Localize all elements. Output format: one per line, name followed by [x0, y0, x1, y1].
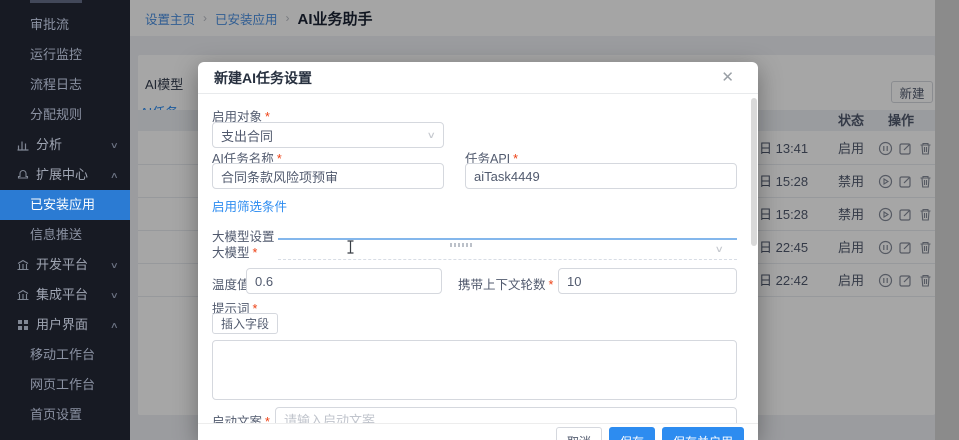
chevron-up-icon: ∧	[110, 161, 119, 190]
app-window: 设置主页 › 已安装应用 › AI业务助手 AI模型 AI任务 新建 状态 操作…	[0, 0, 959, 440]
dialog-scrollbar[interactable]	[751, 98, 757, 246]
model-select-clipped-text	[450, 243, 474, 247]
sidebar-item-message-push[interactable]: 信息推送	[0, 220, 130, 250]
chevron-down-icon: ∨	[110, 251, 119, 280]
sidebar: 审批流 运行监控 流程日志 分配规则 分析 ∨ 扩展中心 ∧ 已安装应用 信息推…	[0, 0, 130, 440]
sidebar-group-user-interface[interactable]: 用户界面 ∧	[0, 310, 130, 340]
save-and-enable-button[interactable]: 保存并启用	[662, 427, 744, 440]
temperature-field[interactable]	[246, 268, 442, 294]
enable-target-value: 支出合同	[221, 126, 273, 145]
sidebar-group-label: 开发平台	[36, 250, 88, 280]
sidebar-group-analysis[interactable]: 分析 ∨	[0, 130, 130, 160]
chevron-down-icon: ∨	[110, 131, 119, 160]
sidebar-group-integration-platform[interactable]: 集成平台 ∨	[0, 280, 130, 310]
sidebar-group-dev-platform[interactable]: 开发平台 ∨	[0, 250, 130, 280]
task-name-field[interactable]	[212, 163, 444, 189]
clipped-menu-item	[30, 0, 82, 3]
sidebar-item-home-settings[interactable]: 首页设置	[0, 400, 130, 430]
insert-field-button[interactable]: 插入字段	[212, 313, 278, 334]
save-button[interactable]: 保存	[609, 427, 655, 440]
chevron-up-icon: ∧	[110, 311, 119, 340]
context-rounds-label: 携带上下文轮数*	[458, 274, 553, 293]
enable-filter-link[interactable]: 启用筛选条件	[212, 196, 287, 215]
dialog-title: 新建AI任务设置	[214, 68, 312, 88]
task-api-field[interactable]	[465, 163, 737, 189]
startup-text-label: 启动文案*	[212, 411, 270, 423]
context-rounds-field[interactable]	[558, 268, 737, 294]
building-icon	[17, 259, 29, 271]
model-label: 大模型*	[212, 242, 257, 261]
sidebar-item-approval-flow[interactable]: 审批流	[0, 10, 130, 40]
text-cursor	[346, 240, 355, 254]
dialog-body: 启用对象* 支出合同 ∨ AI任务名称* 任务API* 启用筛选条件 大模型设置…	[198, 95, 758, 423]
chevron-down-icon: ∨	[715, 244, 724, 255]
dialog-header: 新建AI任务设置 ✕	[198, 62, 758, 94]
sidebar-item-run-monitor[interactable]: 运行监控	[0, 40, 130, 70]
sidebar-item-assign-rules[interactable]: 分配规则	[0, 100, 130, 130]
enable-target-select[interactable]: 支出合同 ∨	[212, 122, 444, 148]
new-ai-task-dialog: 新建AI任务设置 ✕ 启用对象* 支出合同 ∨ AI任务名称* 任务API* 启…	[198, 62, 758, 440]
sidebar-group-label: 用户界面	[36, 310, 88, 340]
dialog-footer: 取消 保存 保存并启用	[198, 423, 758, 440]
task-api-input[interactable]	[474, 169, 728, 184]
extension-icon	[17, 169, 29, 181]
context-rounds-input[interactable]	[567, 274, 728, 289]
sidebar-group-label: 分析	[36, 130, 62, 160]
sidebar-item-process-log[interactable]: 流程日志	[0, 70, 130, 100]
sidebar-item-mobile-workbench[interactable]: 移动工作台	[0, 340, 130, 370]
sidebar-group-label: 集成平台	[36, 280, 88, 310]
grid-icon	[17, 319, 29, 331]
close-icon[interactable]: ✕	[721, 70, 734, 85]
building-icon	[17, 289, 29, 301]
task-name-input[interactable]	[221, 169, 435, 184]
temperature-label: 温度值	[212, 274, 250, 293]
startup-text-field[interactable]	[275, 407, 737, 423]
sidebar-item-installed-apps[interactable]: 已安装应用	[0, 190, 130, 220]
chevron-down-icon: ∨	[110, 281, 119, 310]
prompt-textarea[interactable]	[212, 340, 737, 400]
temperature-input[interactable]	[255, 274, 433, 289]
cancel-button[interactable]: 取消	[556, 427, 602, 440]
chevron-down-icon: ∨	[427, 130, 436, 141]
sidebar-group-extension-center[interactable]: 扩展中心 ∧	[0, 160, 130, 190]
startup-text-input[interactable]	[284, 413, 728, 424]
sidebar-group-label: 扩展中心	[36, 160, 88, 190]
sidebar-item-web-workbench[interactable]: 网页工作台	[0, 370, 130, 400]
bar-chart-icon	[17, 139, 29, 151]
